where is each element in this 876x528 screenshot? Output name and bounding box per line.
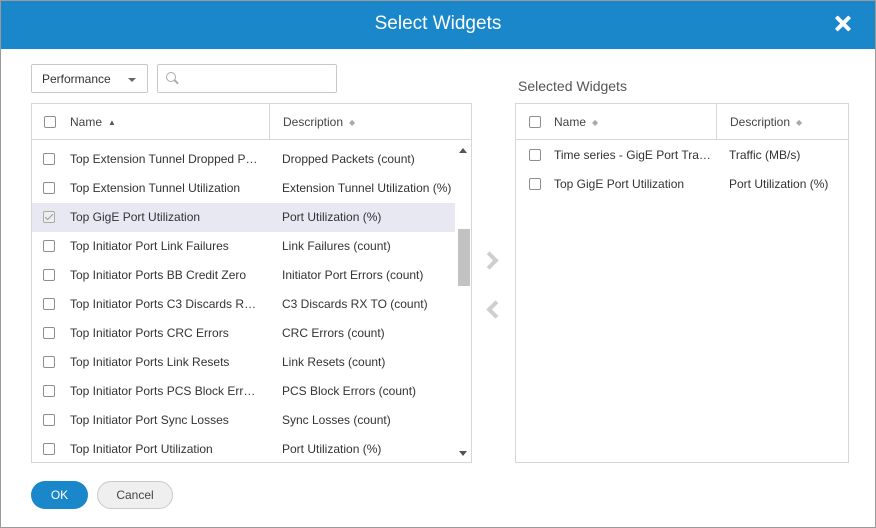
row-checkbox[interactable] (43, 182, 55, 194)
chevron-left-icon (486, 300, 505, 319)
add-selected-button[interactable] (480, 248, 505, 274)
selected-widgets-label: Selected Widgets (518, 78, 627, 94)
available-scrollbar[interactable] (455, 141, 471, 462)
description-column-label: Description (730, 115, 791, 129)
description-column-header[interactable]: Description ◆ (730, 115, 802, 129)
column-divider[interactable] (716, 104, 717, 140)
row-checkbox[interactable] (43, 443, 55, 455)
table-row[interactable]: Top Initiator Ports CRC Errors CRC Errors… (32, 319, 455, 348)
description-column-header[interactable]: Description ◆ (283, 115, 355, 129)
column-divider[interactable] (269, 104, 270, 140)
search-icon (166, 72, 176, 82)
row-checkbox[interactable] (529, 149, 541, 161)
row-name: Top Initiator Ports C3 Discards RX ... (70, 297, 260, 311)
row-checkbox[interactable] (43, 356, 55, 368)
row-description: Initiator Port Errors (count) (282, 268, 424, 282)
name-column-label: Name (70, 115, 103, 129)
row-description: Traffic (MB/s) (729, 148, 801, 162)
name-column-header[interactable]: Name ◆ (554, 115, 598, 129)
scroll-thumb[interactable] (458, 229, 470, 286)
table-row[interactable]: Top Initiator Ports C3 Discards RX ... C3… (32, 290, 455, 319)
row-description: Extension Tunnel Utilization (%) (282, 181, 452, 195)
dialog-titlebar: Select Widgets (1, 1, 875, 49)
remove-selected-button[interactable] (481, 297, 505, 323)
select-all-checkbox[interactable] (44, 116, 56, 128)
row-name: Top GigE Port Utilization (70, 210, 201, 224)
table-row[interactable]: Top Initiator Ports BB Credit Zero Initia… (32, 261, 455, 290)
row-description: Link Resets (count) (282, 355, 386, 369)
table-row[interactable]: Top Extension Tunnel Utilization Extensio… (32, 174, 455, 203)
row-description: Port Utilization (%) (729, 177, 829, 191)
row-checkbox[interactable] (43, 153, 55, 165)
scroll-up-arrow-icon[interactable] (459, 148, 467, 153)
row-name: Top Initiator Ports CRC Errors (70, 326, 229, 340)
select-widgets-dialog: Select Widgets Performance Name ▲ Descrip… (0, 0, 876, 528)
row-description: Link Failures (count) (282, 239, 391, 253)
row-description: Port Utilization (%) (282, 442, 382, 456)
dialog-title: Select Widgets (374, 13, 502, 34)
table-row[interactable]: Top GigE Port Utilization Port Utilizatio… (516, 170, 848, 199)
available-widgets-grid: Name ▲ Description ◆ Top Extension Tunnel … (31, 103, 472, 463)
table-row[interactable]: Top Initiator Port Sync Losses Sync Losse… (32, 406, 455, 435)
row-description: Dropped Packets (count) (282, 152, 415, 166)
search-box[interactable] (157, 64, 337, 93)
chevron-right-icon (480, 251, 499, 270)
row-checkbox[interactable] (43, 240, 55, 252)
close-icon[interactable] (831, 12, 855, 36)
available-grid-header: Name ▲ Description ◆ (32, 104, 471, 140)
table-row[interactable]: Top Initiator Ports Link Resets Link Rese… (32, 348, 455, 377)
row-name: Top Initiator Ports Link Resets (70, 355, 230, 369)
cancel-button[interactable]: Cancel (97, 481, 173, 509)
sort-icon: ◆ (796, 118, 803, 127)
table-row[interactable]: Top GigE Port Utilization Port Utilizatio… (32, 203, 455, 232)
row-name: Top Extension Tunnel Dropped Pac... (70, 152, 260, 166)
scroll-down-arrow-icon[interactable] (459, 451, 467, 456)
table-row[interactable]: Top Initiator Ports PCS Block Errors PCS … (32, 377, 455, 406)
chevron-down-icon (128, 78, 136, 82)
available-rows: Top Extension Tunnel Dropped Pac... Dropp… (32, 141, 471, 462)
search-input[interactable] (184, 69, 332, 88)
row-checkbox[interactable] (529, 178, 541, 190)
row-name: Top GigE Port Utilization (554, 177, 685, 191)
table-row[interactable]: Top Extension Tunnel Dropped Pac... Dropp… (32, 145, 455, 174)
row-description: PCS Block Errors (count) (282, 384, 417, 398)
ok-button[interactable]: OK (31, 481, 88, 509)
category-dropdown[interactable]: Performance (31, 64, 148, 93)
table-row[interactable]: Time series - GigE Port Traffic Traffic (… (516, 141, 848, 170)
row-name: Top Initiator Port Sync Losses (70, 413, 229, 427)
row-checkbox[interactable] (43, 211, 55, 223)
row-description: CRC Errors (count) (282, 326, 385, 340)
sort-ascending-icon: ▲ (108, 118, 116, 127)
row-description: Port Utilization (%) (282, 210, 382, 224)
table-row[interactable]: Top Initiator Port Link Failures Link Fai… (32, 232, 455, 261)
name-column-label: Name (554, 115, 587, 129)
row-description: C3 Discards RX TO (count) (282, 297, 428, 311)
name-column-header[interactable]: Name ▲ (70, 115, 116, 129)
row-name: Top Initiator Port Utilization (70, 442, 213, 456)
description-column-label: Description (283, 115, 344, 129)
row-checkbox[interactable] (43, 385, 55, 397)
selected-widgets-grid: Name ◆ Description ◆ Time series - GigE Po… (515, 103, 849, 463)
selected-grid-header: Name ◆ Description ◆ (516, 104, 848, 140)
row-name: Top Initiator Port Link Failures (70, 239, 229, 253)
row-checkbox[interactable] (43, 327, 55, 339)
row-checkbox[interactable] (43, 414, 55, 426)
select-all-checkbox[interactable] (529, 116, 541, 128)
sort-icon: ◆ (592, 118, 599, 127)
row-checkbox[interactable] (43, 298, 55, 310)
row-description: Sync Losses (count) (282, 413, 391, 427)
category-dropdown-value: Performance (42, 72, 111, 86)
row-name: Time series - GigE Port Traffic (554, 148, 714, 162)
table-row[interactable]: Top Initiator Port Utilization Port Utili… (32, 435, 455, 462)
row-name: Top Initiator Ports BB Credit Zero (70, 268, 247, 282)
row-checkbox[interactable] (43, 269, 55, 281)
selected-rows: Time series - GigE Port Traffic Traffic (… (516, 141, 848, 462)
sort-icon: ◆ (349, 118, 356, 127)
row-name: Top Initiator Ports PCS Block Errors (70, 384, 260, 398)
row-name: Top Extension Tunnel Utilization (70, 181, 241, 195)
